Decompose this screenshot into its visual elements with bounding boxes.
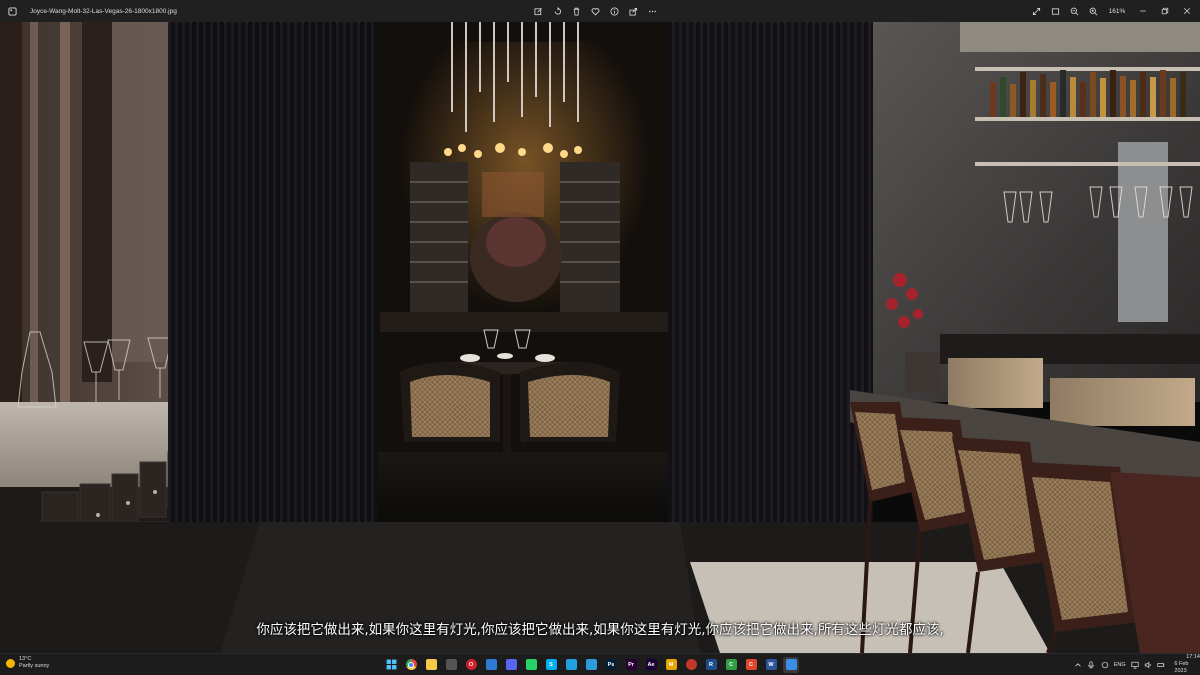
info-icon[interactable] [608,5,621,18]
app-orange-label: C [749,661,753,668]
clock[interactable]: 17:14 6 Feb 2023 [1174,654,1200,675]
taskbar-app-premiere[interactable]: Pr [623,657,639,673]
whatsapp-icon [525,659,537,670]
network-icon[interactable] [1131,660,1139,669]
app-m-icon: M [665,659,677,670]
photoshop-label: Ps [607,661,615,668]
app-cyan-icon [565,659,577,670]
title-bar: Joyce-Wang-Molt-32-Las-Vegas-26-1800x180… [0,0,1200,22]
after-effects-label: Ae [647,661,655,668]
taskbar-app-start[interactable] [383,657,399,673]
photo-viewport[interactable] [0,22,1200,653]
app-orange-icon: C [745,659,757,670]
chevron-up-icon[interactable] [1074,660,1082,669]
taskbar-app-whatsapp[interactable] [523,657,539,673]
view-toolbar: 161% [1030,0,1128,22]
delete-icon[interactable] [570,5,583,18]
taskbar-app-photoshop[interactable]: Ps [603,657,619,673]
photoshop-icon: Ps [605,659,617,670]
system-tray: ENG 17:14 6 Feb 2023 [1074,654,1200,675]
weather-widget[interactable]: 13°C Partly sunny [6,656,49,670]
battery-icon[interactable] [1157,660,1165,669]
fit-icon[interactable] [1049,5,1062,18]
taskbar-app-app-green[interactable]: C [723,657,739,673]
app-dark-icon [445,659,457,670]
zoom-level[interactable]: 161% [1106,8,1128,15]
taskbar-app-opera[interactable]: O [463,657,479,673]
edit-icon[interactable] [532,5,545,18]
taskbar-app-photos[interactable] [783,656,799,673]
taskbar-app-app-sky[interactable] [583,657,599,673]
taskbar-app-revit[interactable]: R [703,657,719,673]
restore-icon[interactable] [1154,0,1176,22]
chrome-icon [405,659,417,670]
taskbar-app-app-blue[interactable] [483,657,499,673]
app-red-circle-icon [685,659,697,670]
weather-description: Partly sunny [19,663,50,669]
premiere-icon: Pr [625,659,637,670]
taskbar-app-after-effects[interactable]: Ae [643,657,659,673]
word-icon: W [765,659,777,670]
photos-icon [785,659,797,670]
app-green-icon: C [725,659,737,670]
taskbar-app-discord[interactable] [503,657,519,673]
fullscreen-icon[interactable] [1030,5,1043,18]
skype-label: S [549,661,553,668]
zoom-in-icon[interactable] [1087,5,1100,18]
premiere-label: Pr [628,661,634,668]
discord-icon [505,659,517,670]
taskbar-apps: O S Ps Pr Ae M R C C W [383,654,799,675]
image-toolbar [532,0,659,22]
file-name: Joyce-Wang-Molt-32-Las-Vegas-26-1800x180… [30,7,177,15]
taskbar-app-chrome[interactable] [403,657,419,673]
taskbar: 13°C Partly sunny O S Ps Pr Ae M R C C W ENG 17:1… [0,653,1200,675]
app-m-label: M [668,661,674,668]
taskbar-app-skype[interactable]: S [543,657,559,673]
subtitle-caption: 你应该把它做出来,如果你这里有灯光,你应该把它做出来,如果你这里有灯光,你应该把… [256,622,944,638]
opera-label: O [468,661,474,668]
taskbar-app-file-explorer[interactable] [423,657,439,673]
close-icon[interactable] [1176,0,1198,22]
opera-icon: O [465,659,477,670]
weather-temperature: 13°C [19,656,32,662]
rotate-icon[interactable] [551,5,564,18]
favorite-icon[interactable] [589,5,602,18]
taskbar-app-app-m[interactable]: M [663,657,679,673]
revit-label: R [709,661,713,668]
microphone-icon[interactable] [1087,660,1095,669]
restaurant-photo [0,22,1200,653]
app-sky-icon [585,659,597,670]
volume-icon[interactable] [1144,660,1152,669]
revit-icon: R [705,659,717,670]
sun-icon [6,658,15,668]
language-indicator[interactable]: ENG [1114,662,1126,668]
app-green-label: C [729,661,733,668]
after-effects-icon: Ae [645,659,657,670]
taskbar-app-app-dark[interactable] [443,657,459,673]
start-icon [386,659,397,670]
clock-time: 17:14 [1186,654,1200,660]
zoom-out-icon[interactable] [1068,5,1081,18]
more-icon[interactable] [646,5,659,18]
share-icon[interactable] [627,5,640,18]
file-explorer-icon [425,659,437,670]
word-label: W [768,661,774,668]
minimize-icon[interactable] [1132,0,1154,22]
taskbar-app-app-red-circle[interactable] [683,657,699,673]
window-controls [1132,0,1198,22]
app-blue-icon [485,659,497,670]
taskbar-app-app-cyan[interactable] [563,657,579,673]
skype-icon: S [545,659,557,670]
sync-icon[interactable] [1101,660,1109,669]
clock-date: 6 Feb 2023 [1174,661,1189,674]
photos-app-icon [6,5,18,17]
taskbar-app-word[interactable]: W [763,657,779,673]
taskbar-app-app-orange[interactable]: C [743,657,759,673]
